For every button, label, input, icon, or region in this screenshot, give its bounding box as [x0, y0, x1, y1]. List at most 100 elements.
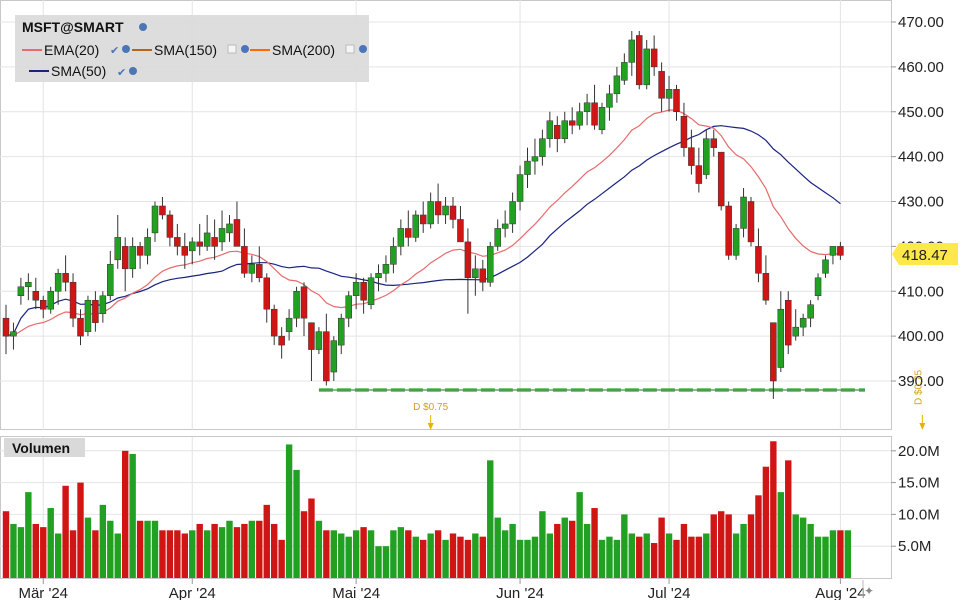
volume-bar	[114, 533, 121, 578]
volume-bar	[218, 527, 226, 578]
candle-body	[650, 48, 658, 68]
candle-body	[47, 291, 54, 310]
globe-icon[interactable]	[241, 45, 249, 53]
candle-body	[807, 304, 814, 319]
date-tick-label: Jul '24	[648, 585, 691, 600]
checkbox-icon[interactable]	[227, 44, 237, 54]
volume-bar	[576, 492, 583, 578]
volume-bar	[658, 517, 665, 578]
candle-body	[293, 291, 300, 319]
candle-body	[561, 120, 568, 139]
candle-body	[32, 291, 40, 301]
candle-body	[218, 228, 226, 243]
volume-bar	[360, 527, 367, 578]
candle-body	[762, 273, 770, 301]
candle-body	[494, 228, 501, 247]
volume-bar	[189, 530, 196, 578]
candle-body	[300, 286, 308, 319]
volume-bar	[330, 530, 337, 578]
candle-body	[636, 35, 643, 86]
volume-bar	[494, 517, 501, 578]
volume-bar	[323, 530, 330, 578]
candle-body	[665, 89, 673, 99]
volume-bar	[367, 530, 375, 578]
price-tick-label: 470.00	[898, 14, 944, 31]
candle-body	[472, 268, 479, 279]
volume-bar	[271, 523, 278, 578]
candle-body	[375, 273, 382, 279]
volume-bar	[680, 523, 688, 578]
candle-body	[174, 237, 181, 247]
candle-body	[703, 138, 710, 175]
candle-body	[531, 156, 539, 162]
date-tick-label: Mär '24	[18, 585, 68, 600]
volume-bar	[732, 533, 740, 578]
scroll-handle-icon[interactable]: ✦	[864, 584, 874, 598]
candle-body	[554, 124, 561, 139]
candle-body	[628, 39, 636, 63]
volume-bar	[546, 533, 554, 578]
candle-body	[412, 214, 419, 238]
volume-bar	[92, 530, 99, 578]
globe-icon[interactable]	[139, 23, 147, 31]
dividend-label: D $0.75	[413, 402, 448, 413]
candle-body	[717, 151, 725, 207]
volume-bar	[375, 546, 382, 578]
volume-bar	[613, 539, 621, 578]
candle-body	[658, 71, 665, 99]
candle-body	[710, 138, 717, 148]
volume-bar	[241, 523, 248, 578]
volume-bar	[792, 514, 799, 578]
volume-bar	[54, 533, 62, 578]
legend-sma50: SMA(50)	[51, 63, 106, 79]
candle-body	[680, 115, 688, 148]
volume-bar	[226, 520, 233, 578]
candle-body	[777, 308, 785, 368]
candle-body	[427, 201, 434, 225]
date-tick-label: Apr '24	[169, 585, 216, 600]
volume-bar	[233, 527, 241, 578]
candle-body	[92, 299, 99, 323]
volume-bar	[710, 514, 717, 578]
globe-icon[interactable]	[129, 67, 137, 75]
candle-body	[822, 259, 829, 274]
candle-body	[121, 246, 129, 270]
volume-bar	[822, 536, 829, 578]
candle-body	[263, 277, 270, 310]
candle-body	[315, 331, 323, 350]
volume-bar	[338, 533, 345, 578]
volume-label-text: Volumen	[12, 440, 70, 456]
candle-body	[77, 317, 84, 337]
candle-body	[203, 232, 211, 247]
volume-bar	[315, 520, 323, 578]
volume-bar	[107, 520, 114, 578]
candle-body	[69, 282, 77, 319]
checkbox-icon[interactable]	[345, 44, 355, 54]
candle-body	[323, 331, 330, 382]
date-tick-label: Mai '24	[332, 585, 380, 600]
volume-label: Volumen	[4, 438, 85, 457]
check-icon[interactable]: ✔	[110, 45, 119, 57]
candle-body	[99, 295, 107, 314]
volume-bar	[621, 514, 628, 578]
volume-bar	[40, 527, 47, 578]
volume-bar	[122, 450, 129, 578]
candle-body	[189, 241, 196, 252]
candle-body	[673, 89, 680, 112]
volume-bar	[25, 492, 32, 578]
legend[interactable]: MSFT@SMART EMA(20) ✔ SMA(150) SMA(200) S…	[15, 15, 369, 82]
check-icon[interactable]: ✔	[117, 67, 126, 79]
candle-body	[352, 282, 360, 296]
volume-bar	[814, 536, 822, 578]
globe-icon[interactable]	[122, 45, 130, 53]
volume-bar	[449, 533, 457, 578]
candle-body	[25, 282, 32, 288]
volume-bar	[844, 530, 852, 578]
candle-body	[516, 174, 524, 202]
price-axis: 470.00460.00450.00440.00430.00420.00410.…	[891, 14, 944, 390]
candle-body	[390, 246, 397, 265]
globe-icon[interactable]	[359, 45, 367, 53]
candle-body	[792, 326, 799, 337]
dividend-arrow-icon	[919, 423, 926, 430]
volume-bar	[144, 520, 151, 578]
